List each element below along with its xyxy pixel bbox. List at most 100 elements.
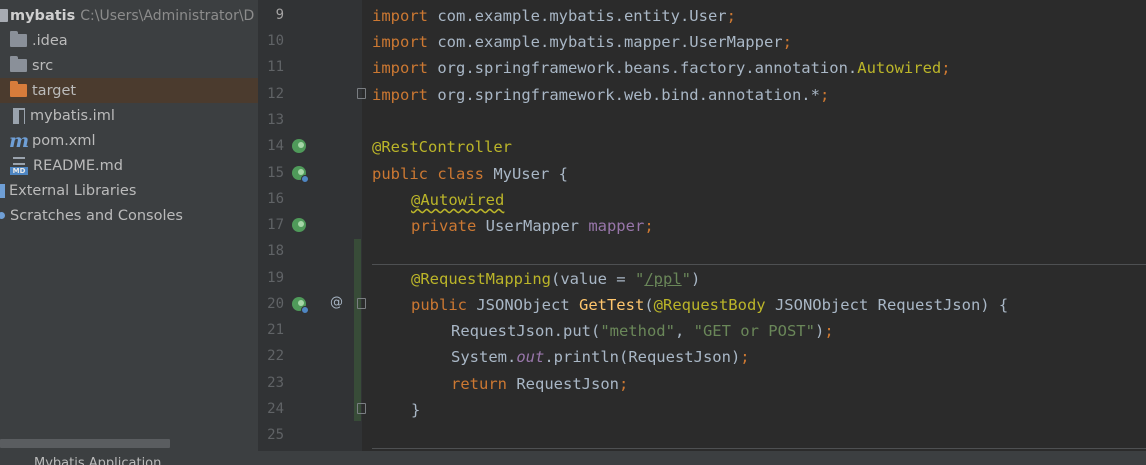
fold-marker-icon[interactable] bbox=[357, 88, 366, 99]
code-line-19[interactable]: @RequestMapping(value = "/ppl") bbox=[411, 266, 700, 292]
spring-bean-icon[interactable] bbox=[292, 297, 309, 314]
fold-marker-icon[interactable] bbox=[357, 298, 366, 309]
code-text: com.example.mybatis.mapper.UserMapper bbox=[428, 33, 783, 51]
annotation: @RestController bbox=[372, 138, 512, 156]
code-text: RequestJson bbox=[507, 375, 619, 393]
code-line-16[interactable]: @Autowired bbox=[411, 187, 504, 213]
code-text: MyUser { bbox=[483, 165, 568, 183]
tree-item-label: Scratches and Consoles bbox=[10, 207, 183, 224]
punctuation: ; bbox=[726, 7, 736, 25]
tree-root-label: mybatis bbox=[10, 7, 76, 24]
code-line-10[interactable]: import com.example.mybatis.mapper.UserMa… bbox=[372, 29, 792, 55]
code-line-12[interactable]: import org.springframework.web.bind.anno… bbox=[372, 82, 829, 108]
annotation: @RequestMapping bbox=[411, 270, 551, 288]
tree-item-label: .idea bbox=[32, 32, 68, 49]
scratches-icon bbox=[0, 212, 5, 219]
code-text: com.example.mybatis.entity.User bbox=[428, 7, 727, 25]
keyword: import bbox=[372, 33, 428, 51]
code-line-15[interactable]: public class MyUser { bbox=[372, 161, 568, 187]
spring-bean-icon[interactable] bbox=[292, 166, 309, 183]
tree-item-idea[interactable]: .idea bbox=[0, 28, 258, 53]
maven-icon: m bbox=[9, 129, 30, 152]
line-number: 21 bbox=[267, 322, 284, 338]
punctuation: ; bbox=[644, 217, 654, 235]
code-text: RequestJson.put( bbox=[451, 322, 601, 340]
code-line-22[interactable]: System.out.println(RequestJson); bbox=[451, 344, 750, 370]
punctuation: ; bbox=[782, 33, 792, 51]
library-icon bbox=[0, 183, 5, 198]
tree-item-label: pom.xml bbox=[32, 132, 96, 149]
code-line-14[interactable]: @RestController bbox=[372, 134, 512, 160]
url-link[interactable]: /ppl bbox=[644, 270, 681, 288]
field-name: mapper bbox=[588, 217, 645, 235]
line-number: 22 bbox=[267, 348, 284, 364]
tree-item-src[interactable]: src bbox=[0, 53, 258, 78]
code-text: UserMapper bbox=[476, 217, 589, 235]
code-text: ) bbox=[691, 270, 701, 288]
iml-file-icon bbox=[13, 107, 25, 124]
folder-orange-icon bbox=[10, 81, 27, 97]
tree-horizontal-scrollbar[interactable] bbox=[0, 439, 170, 448]
line-number: 25 bbox=[267, 427, 284, 443]
code-line-17[interactable]: private UserMapper mapper; bbox=[411, 213, 654, 239]
tree-item-label: README.md bbox=[33, 157, 123, 174]
code-line-20[interactable]: public JSONObject GetTest(@RequestBody J… bbox=[411, 292, 1008, 318]
keyword: public bbox=[411, 296, 467, 314]
code-text: org.springframework.beans.factory.annota… bbox=[428, 59, 858, 77]
tree-root-mybatis[interactable]: mybatis C:\Users\Administrator\D bbox=[0, 3, 258, 28]
tree-root-path: C:\Users\Administrator\D bbox=[80, 7, 255, 24]
code-line-24[interactable]: } bbox=[411, 397, 420, 423]
keyword: import bbox=[372, 59, 428, 77]
punctuation: ; bbox=[824, 322, 834, 340]
code-text: , bbox=[674, 322, 694, 340]
keyword: return bbox=[451, 375, 507, 393]
line-number: 14 bbox=[267, 138, 284, 154]
code-text: .println(RequestJson) bbox=[544, 348, 741, 366]
code-line-23[interactable]: return RequestJson; bbox=[451, 371, 628, 397]
line-number: 18 bbox=[267, 243, 284, 259]
method-separator bbox=[372, 448, 1146, 449]
tree-item-scratches[interactable]: Scratches and Consoles bbox=[0, 203, 258, 228]
line-number: 24 bbox=[267, 401, 284, 417]
tree-item-label: External Libraries bbox=[9, 182, 137, 199]
tree-item-mybatis-iml[interactable]: mybatis.iml bbox=[0, 103, 258, 128]
tree-item-external-libraries[interactable]: External Libraries bbox=[0, 178, 258, 203]
code-text: ) bbox=[814, 322, 825, 340]
line-number: 11 bbox=[267, 59, 284, 75]
fold-marker-icon[interactable] bbox=[357, 403, 366, 414]
annotation: @Autowired bbox=[411, 191, 505, 209]
vcs-change-marker[interactable] bbox=[354, 239, 361, 421]
bottom-tool-strip: Mybatis Application bbox=[0, 451, 1146, 465]
run-config-label[interactable]: Mybatis Application bbox=[34, 456, 161, 465]
folder-icon bbox=[10, 31, 27, 47]
request-mapping-at-icon[interactable]: @ bbox=[330, 290, 343, 316]
annotation: @RequestBody bbox=[653, 296, 766, 314]
line-number: 13 bbox=[267, 112, 284, 128]
project-tree-panel: mybatis C:\Users\Administrator\D .idea s… bbox=[0, 0, 258, 465]
tree-item-pom-xml[interactable]: m pom.xml bbox=[0, 128, 258, 153]
spring-bean-icon[interactable] bbox=[292, 218, 306, 232]
annotation-name: Autowired bbox=[857, 59, 942, 77]
keyword: import bbox=[372, 86, 428, 104]
code-line-9[interactable]: import com.example.mybatis.entity.User; bbox=[372, 3, 736, 29]
code-text: JSONObject bbox=[467, 296, 579, 314]
code-line-21[interactable]: RequestJson.put("method", "GET or POST")… bbox=[451, 318, 834, 344]
punctuation: ; bbox=[819, 86, 830, 104]
line-number: 17 bbox=[267, 217, 284, 233]
tree-item-label: src bbox=[32, 57, 54, 74]
folder-icon bbox=[10, 56, 27, 72]
line-number: 12 bbox=[267, 86, 284, 102]
code-text: } bbox=[411, 401, 421, 419]
keyword: private bbox=[411, 217, 477, 235]
code-text: ( bbox=[644, 296, 654, 314]
tree-item-target[interactable]: target bbox=[0, 78, 258, 103]
method-name: GetTest bbox=[578, 296, 645, 314]
line-number: 20 bbox=[267, 296, 284, 312]
spring-bean-icon[interactable] bbox=[292, 139, 306, 153]
line-number: 23 bbox=[267, 375, 284, 391]
string-literal: "method" bbox=[600, 322, 675, 340]
code-line-11[interactable]: import org.springframework.beans.factory… bbox=[372, 55, 951, 81]
line-number: 15 bbox=[267, 165, 284, 181]
keyword: import bbox=[372, 7, 428, 25]
tree-item-readme[interactable]: MD README.md bbox=[0, 153, 258, 178]
